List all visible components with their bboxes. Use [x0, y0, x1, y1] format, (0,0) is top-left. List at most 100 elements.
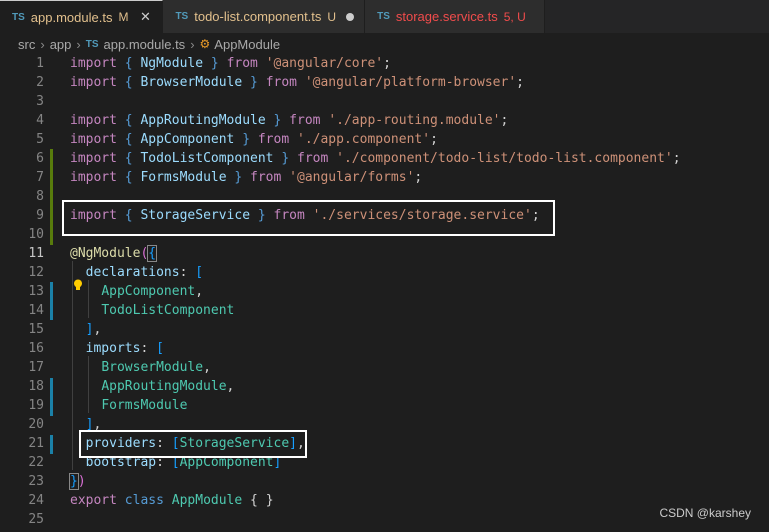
keyword: export: [70, 493, 117, 508]
brace: { }: [250, 493, 274, 508]
identifier: FormsModule: [101, 398, 188, 413]
line-number: 12: [28, 265, 44, 280]
line-number: 25: [28, 512, 44, 527]
line-number: 10: [28, 227, 44, 242]
brace: }: [242, 132, 251, 147]
line-number: 21: [28, 436, 44, 451]
tab-label: todo-list.component.ts: [194, 9, 322, 24]
code-line-17: 17 BrowserModule,: [0, 358, 769, 377]
typescript-file-icon: TS: [12, 11, 25, 23]
brace: }: [273, 113, 282, 128]
typescript-file-icon: TS: [377, 11, 390, 22]
class-symbol-icon: ⚙: [199, 37, 211, 51]
typescript-file-icon: TS: [175, 11, 189, 22]
colon: :: [179, 265, 188, 280]
line-number: 9: [36, 208, 44, 223]
line-number: 13: [28, 284, 44, 299]
line-number: 1: [36, 56, 44, 71]
code-line-3: 3: [0, 92, 769, 111]
keyword: from: [257, 132, 290, 147]
bracket: [: [156, 341, 164, 356]
unsaved-dot-icon[interactable]: [346, 12, 355, 21]
code-line-2: 2 import { BrowserModule } from '@angula…: [0, 73, 769, 92]
git-status-badge: M: [118, 10, 129, 24]
tab-todo-list-component[interactable]: TS todo-list.component.ts U: [163, 0, 366, 33]
keyword: import: [70, 75, 117, 90]
lightbulb-icon[interactable]: [73, 279, 83, 291]
line-number: 2: [36, 75, 44, 90]
chevron-right-icon: ›: [190, 36, 195, 52]
tab-storage-service[interactable]: TS storage.service.ts 5, U: [365, 0, 545, 33]
keyword: from: [297, 151, 329, 166]
semicolon: ;: [383, 56, 391, 71]
highlight-box-import: [62, 200, 555, 236]
breadcrumb-item-app[interactable]: app: [50, 37, 72, 52]
breadcrumb-item-file[interactable]: app.module.ts: [104, 37, 186, 52]
identifier: TodoListComponent: [101, 303, 235, 318]
typescript-file-icon: TS: [85, 38, 99, 50]
semicolon: ;: [414, 170, 423, 185]
string: '@angular/forms': [289, 170, 415, 185]
line-number: 18: [28, 379, 44, 394]
code-line-12: 12 declarations: [: [0, 263, 769, 282]
line-number: 17: [28, 360, 44, 375]
line-number: 24: [28, 493, 44, 508]
brace: {: [124, 132, 133, 147]
paren: ): [77, 474, 86, 489]
keyword: from: [265, 75, 297, 90]
code-line-5: 5 import { AppComponent } from './app.co…: [0, 130, 769, 149]
semicolon: ;: [516, 75, 524, 90]
code-line-7: 7 import { FormsModule } from '@angular/…: [0, 168, 769, 187]
code-line-25: 25: [0, 510, 769, 529]
string: '@angular/platform-browser': [304, 75, 517, 90]
string: './app.component': [297, 132, 431, 147]
comma: ,: [226, 379, 235, 394]
line-number: 11: [28, 246, 44, 261]
code-line-13: 13 AppComponent,: [0, 282, 769, 301]
watermark: CSDN @karshey: [659, 506, 751, 520]
brace: {: [147, 245, 158, 262]
code-line-16: 16 imports: [: [0, 339, 769, 358]
code-line-23: 23 }): [0, 472, 769, 491]
decorator: NgModule: [77, 246, 141, 261]
property-key: declarations: [85, 265, 180, 280]
code-line-6: 6 import { TodoListComponent } from './c…: [0, 149, 769, 168]
identifier: NgModule: [140, 56, 204, 71]
breadcrumb-item-symbol[interactable]: AppModule: [214, 37, 280, 52]
colon: :: [140, 341, 149, 356]
comma: ,: [195, 284, 204, 299]
semicolon: ;: [672, 151, 681, 166]
brace: {: [124, 170, 133, 185]
tab-label: storage.service.ts: [395, 9, 498, 24]
class-name: AppModule: [171, 493, 243, 508]
code-line-19: 19 FormsModule: [0, 396, 769, 415]
highlight-box-providers: [79, 430, 307, 458]
tab-app-module[interactable]: TS app.module.ts M ✕: [0, 0, 164, 33]
keyword: import: [70, 56, 117, 71]
brace: {: [124, 56, 133, 71]
breadcrumb: src › app › TS app.module.ts › ⚙ AppModu…: [0, 33, 769, 55]
identifier: AppComponent: [140, 132, 235, 147]
chevron-right-icon: ›: [40, 36, 45, 52]
brace: }: [281, 151, 290, 166]
keyword: import: [70, 113, 117, 128]
editor-tab-bar: TS app.module.ts M ✕ TS todo-list.compon…: [0, 0, 769, 33]
identifier: FormsModule: [140, 170, 227, 185]
close-icon[interactable]: ✕: [138, 9, 152, 25]
line-number: 14: [28, 303, 44, 318]
code-line-4: 4 import { AppRoutingModule } from './ap…: [0, 111, 769, 130]
code-editor[interactable]: 1 import { NgModule } from '@angular/cor…: [0, 54, 769, 532]
line-number: 7: [36, 170, 44, 185]
line-number: 22: [28, 455, 44, 470]
chevron-right-icon: ›: [76, 36, 81, 52]
brace: }: [250, 75, 258, 90]
line-number: 6: [36, 151, 44, 166]
line-number: 5: [36, 132, 44, 147]
breadcrumb-item-src[interactable]: src: [18, 37, 35, 52]
bracket: [: [195, 265, 204, 280]
brace: }: [234, 170, 243, 185]
identifier: AppComponent: [101, 284, 196, 299]
brace: {: [124, 75, 133, 90]
keyword: from: [226, 56, 258, 71]
keyword: from: [289, 113, 321, 128]
